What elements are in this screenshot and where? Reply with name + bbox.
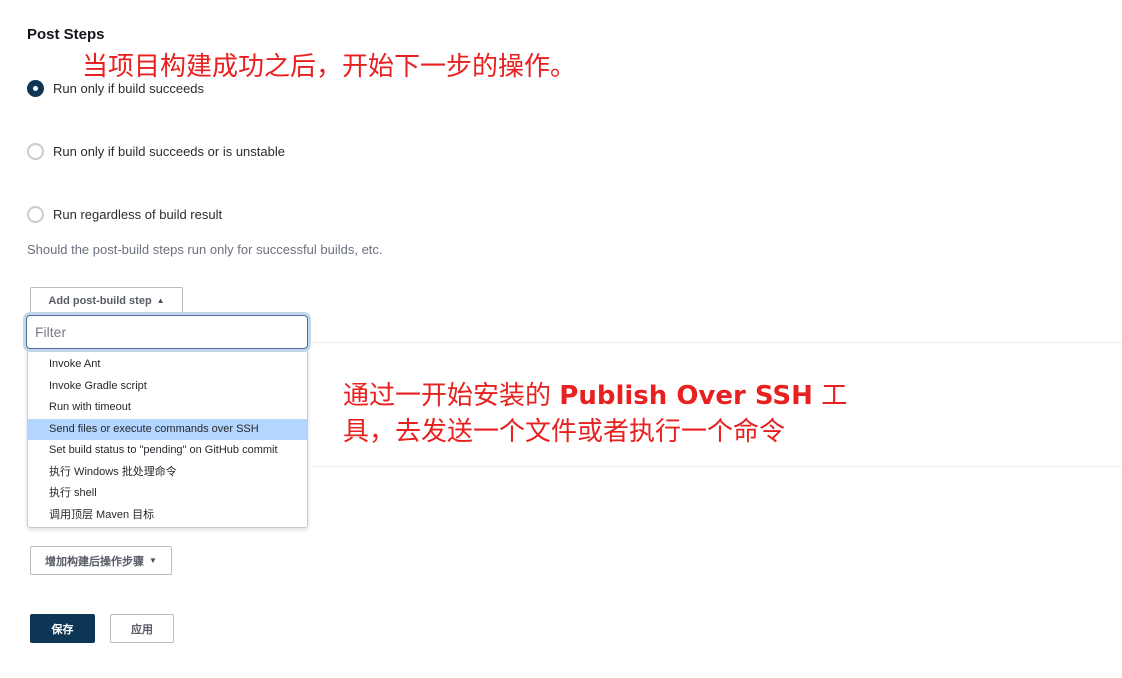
annotation-publish-over-ssh: 通过一开始安装的 Publish Over SSH 工 具，去发送一个文件或者执… [343, 378, 847, 450]
caret-up-icon: ▲ [156, 296, 165, 305]
radio-label: Run regardless of build result [53, 207, 223, 222]
menu-item-send-over-ssh[interactable]: Send files or execute commands over SSH [28, 418, 307, 440]
apply-button[interactable]: 应用 [110, 614, 174, 643]
radio-checked-icon[interactable] [27, 80, 44, 97]
radio-unchecked-icon[interactable] [27, 206, 44, 223]
button-label: 增加构建后操作步骤 [45, 555, 145, 568]
divider [310, 342, 1122, 343]
radio-option-regardless[interactable]: Run regardless of build result [27, 206, 222, 223]
menu-item-run-with-timeout[interactable]: Run with timeout [28, 397, 307, 419]
button-label: Add post-build step [48, 294, 152, 307]
menu-item-github-pending[interactable]: Set build status to "pending" on GitHub … [28, 440, 307, 462]
save-button[interactable]: 保存 [30, 614, 95, 643]
annotation-text: 工 [821, 381, 848, 411]
add-post-build-action-button[interactable]: 增加构建后操作步骤 ▼ [30, 546, 172, 575]
radio-label: Run only if build succeeds or is unstabl… [53, 144, 285, 159]
divider [310, 466, 1122, 467]
radio-unchecked-icon[interactable] [27, 143, 44, 160]
annotation-line-2: 具，去发送一个文件或者执行一个命令 [343, 417, 786, 447]
caret-down-icon: ▼ [149, 556, 157, 565]
annotation-line-1: 通过一开始安装的 Publish Over SSH 工 [343, 378, 847, 414]
menu-item-shell[interactable]: 执行 shell [28, 483, 307, 505]
radio-option-success-or-unstable[interactable]: Run only if build succeeds or is unstabl… [27, 143, 285, 160]
help-text: Should the post-build steps run only for… [27, 242, 383, 257]
menu-item-maven[interactable]: 调用顶层 Maven 目标 [28, 505, 307, 527]
filter-input[interactable] [26, 315, 308, 349]
radio-option-success[interactable]: Run only if build succeeds [27, 80, 204, 97]
menu-item-invoke-gradle[interactable]: Invoke Gradle script [28, 376, 307, 398]
radio-label: Run only if build succeeds [53, 81, 205, 96]
annotation-text: 通过一开始安装的 [343, 381, 552, 411]
menu-item-invoke-ant[interactable]: Invoke Ant [28, 354, 307, 376]
section-title: Post Steps [27, 26, 105, 43]
menu-item-windows-batch[interactable]: 执行 Windows 批处理命令 [28, 462, 307, 484]
post-steps-page: Post Steps 当项目构建成功之后，开始下一步的操作。 Run only … [0, 0, 1122, 678]
annotation-plugin-name: Publish Over SSH [559, 381, 813, 411]
step-dropdown-menu: Invoke Ant Invoke Gradle script Run with… [27, 349, 308, 528]
add-post-build-step-button[interactable]: Add post-build step ▲ [30, 287, 183, 314]
